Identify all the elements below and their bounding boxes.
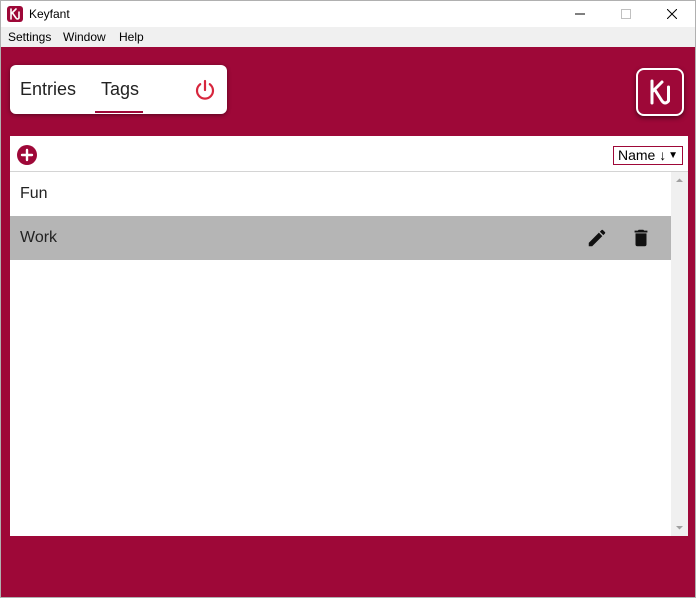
keyfant-logo-icon <box>650 79 670 105</box>
app-icon <box>7 6 23 22</box>
scroll-up-icon[interactable] <box>671 172 688 189</box>
close-icon <box>667 9 677 19</box>
tag-name: Fun <box>20 185 48 202</box>
menu-settings[interactable]: Settings <box>8 30 51 44</box>
active-tab-indicator <box>95 111 143 113</box>
pencil-icon[interactable] <box>586 227 608 249</box>
tab-entries[interactable]: Entries <box>20 79 76 100</box>
nav-card: Entries Tags <box>10 65 227 114</box>
tags-panel: Name ↓ ▼ Fun Work <box>10 136 688 536</box>
minimize-icon <box>575 13 585 15</box>
menu-window[interactable]: Window <box>63 30 106 44</box>
tag-name: Work <box>20 229 58 246</box>
sort-dropdown-value: Name ↓ <box>618 147 667 163</box>
tag-list: Fun Work <box>10 172 671 536</box>
window-title: Keyfant <box>29 7 70 21</box>
minimize-button[interactable] <box>557 1 603 27</box>
tag-list-item-selected[interactable]: Work <box>10 216 671 260</box>
menu-bar: Settings Window Help <box>1 27 695 47</box>
vertical-scrollbar[interactable] <box>671 172 688 536</box>
maximize-button[interactable] <box>603 1 649 27</box>
add-circle-icon[interactable] <box>17 145 37 165</box>
close-button[interactable] <box>649 1 695 27</box>
title-bar[interactable]: Keyfant <box>1 1 695 27</box>
keyfant-logo-button[interactable] <box>636 68 684 116</box>
sort-dropdown[interactable]: Name ↓ ▼ <box>613 146 683 165</box>
tag-list-item[interactable]: Fun <box>10 172 671 216</box>
power-icon[interactable] <box>193 78 217 102</box>
menu-help[interactable]: Help <box>119 30 144 44</box>
dropdown-arrow-icon: ▼ <box>668 150 678 161</box>
trash-icon[interactable] <box>630 227 652 249</box>
app-window: Keyfant Settings Window Help Entries Tag… <box>0 0 696 598</box>
maximize-icon <box>621 9 631 19</box>
scroll-down-icon[interactable] <box>671 519 688 536</box>
tab-tags[interactable]: Tags <box>101 79 139 100</box>
